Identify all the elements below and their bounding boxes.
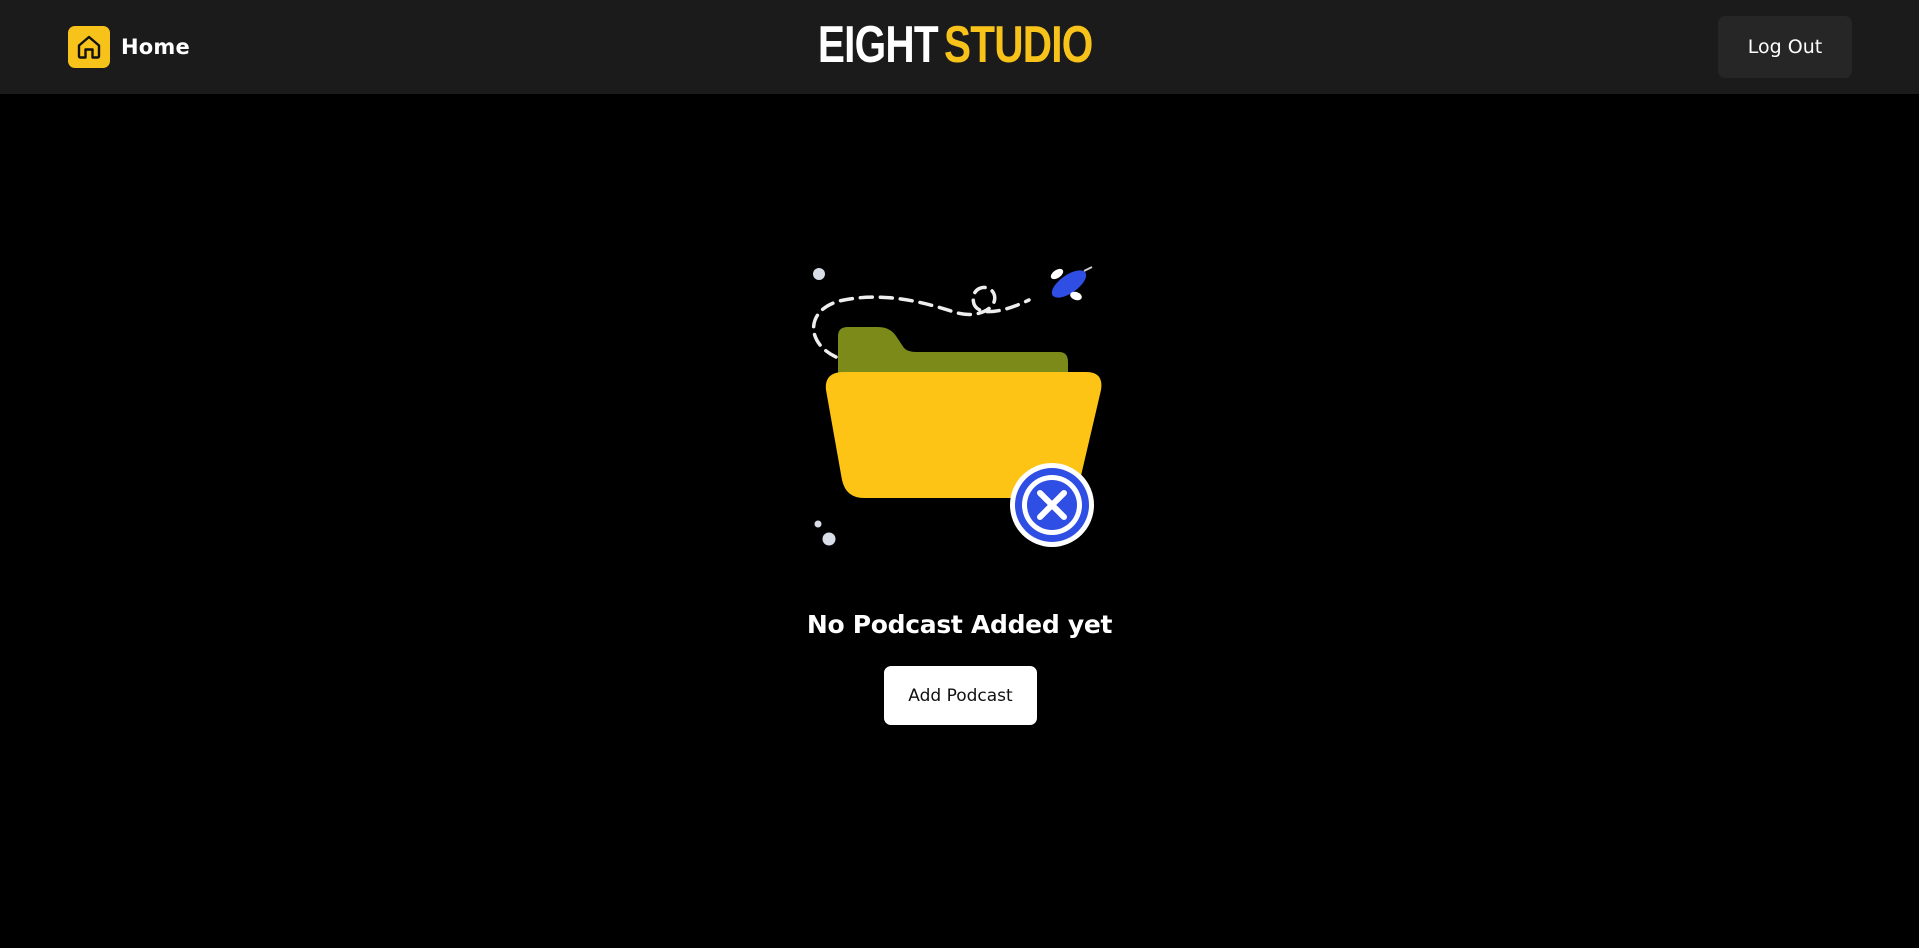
- logout-button[interactable]: Log Out: [1718, 16, 1852, 78]
- brand-logo: EIGHT STUDIO: [0, 14, 1919, 76]
- home-icon: [68, 26, 110, 68]
- add-podcast-button[interactable]: Add Podcast: [884, 666, 1037, 725]
- brand-logo-word-1: EIGHT: [818, 16, 939, 74]
- empty-folder-icon: [804, 262, 1104, 552]
- brand-logo-word-2: STUDIO: [944, 16, 1093, 74]
- home-label: Home: [121, 35, 190, 59]
- empty-state-title: No Podcast Added yet: [806, 610, 1113, 639]
- home-link[interactable]: Home: [68, 26, 190, 68]
- top-navigation-bar: Home EIGHT STUDIO Log Out: [0, 0, 1919, 94]
